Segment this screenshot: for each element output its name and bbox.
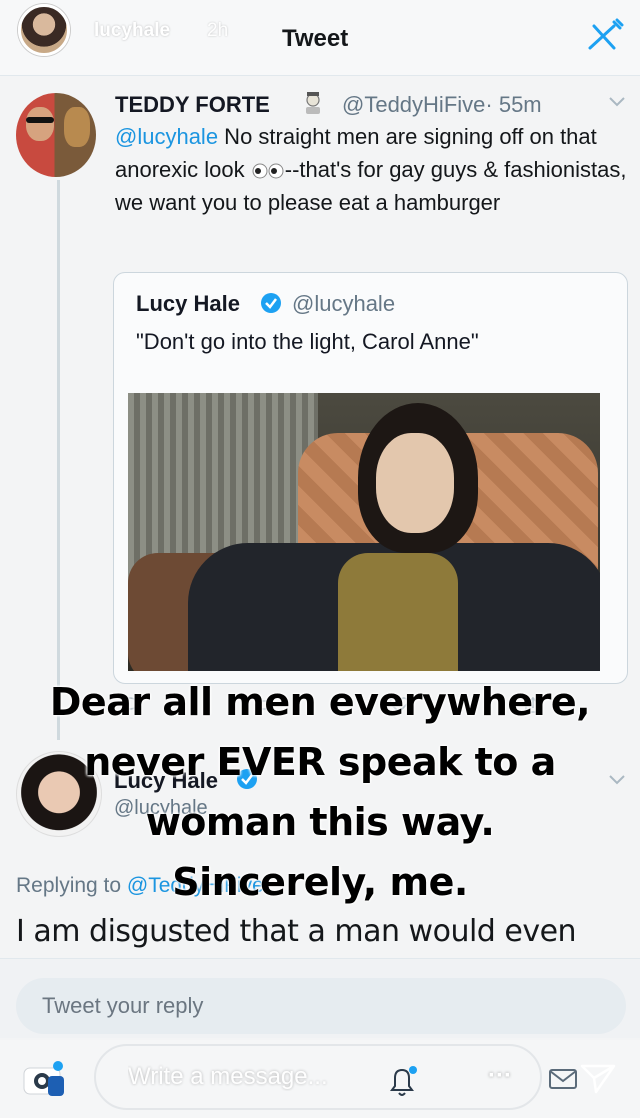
author-name[interactable]: TEDDY FORTE — [115, 92, 270, 118]
reply-text: I am disgusted that a man would even — [16, 914, 577, 949]
story-time: 2h — [207, 20, 229, 41]
story-header: lucyhale 2h Tweet — [0, 0, 640, 76]
tweet-mention[interactable]: @lucyhale — [115, 124, 218, 149]
quoted-tweet-photo[interactable] — [128, 393, 600, 671]
story-caption: Dear all men everywhere, never EVER spea… — [0, 672, 640, 912]
camera-icon[interactable] — [22, 1058, 66, 1098]
bell-icon[interactable] — [386, 1064, 418, 1100]
tweet-text: @lucyhale No straight men are signing of… — [115, 124, 627, 215]
chevron-down-icon[interactable] — [607, 94, 627, 108]
compose-icon[interactable] — [584, 18, 628, 54]
more-icon[interactable]: ··· — [488, 1062, 512, 1090]
quoted-author-handle: @lucyhale — [292, 291, 396, 316]
quoted-tweet-text: "Don't go into the light, Carol Anne" — [136, 329, 479, 354]
tweet-time: · 55m — [485, 92, 542, 117]
author-avatar[interactable] — [16, 93, 96, 177]
verified-badge-icon — [261, 293, 281, 313]
story-username[interactable]: lucyhale — [94, 20, 170, 42]
caption-line-1: Dear all men everywhere, — [49, 680, 591, 724]
person-emoji-icon — [306, 92, 320, 114]
dm-icon[interactable] — [546, 1060, 582, 1096]
quoted-author-name: Lucy Hale — [136, 291, 240, 316]
send-icon[interactable] — [578, 1058, 618, 1098]
author-handle[interactable]: @TeddyHiFive· 55m — [342, 92, 542, 118]
caption-line-4: Sincerely, me. — [172, 860, 468, 904]
quoted-tweet[interactable]: Lucy Hale @lucyhale "Don't go into the l… — [113, 272, 628, 684]
thread-line — [57, 180, 60, 740]
tweet-reply-input[interactable] — [16, 978, 626, 1034]
story-avatar[interactable] — [18, 4, 70, 56]
eyes-emoji-icon — [252, 163, 284, 179]
page-title: Tweet — [282, 25, 349, 52]
caption-line-3: woman this way. — [145, 800, 495, 844]
story-message-input[interactable] — [94, 1044, 542, 1110]
caption-line-2: never EVER speak to a — [84, 740, 556, 784]
